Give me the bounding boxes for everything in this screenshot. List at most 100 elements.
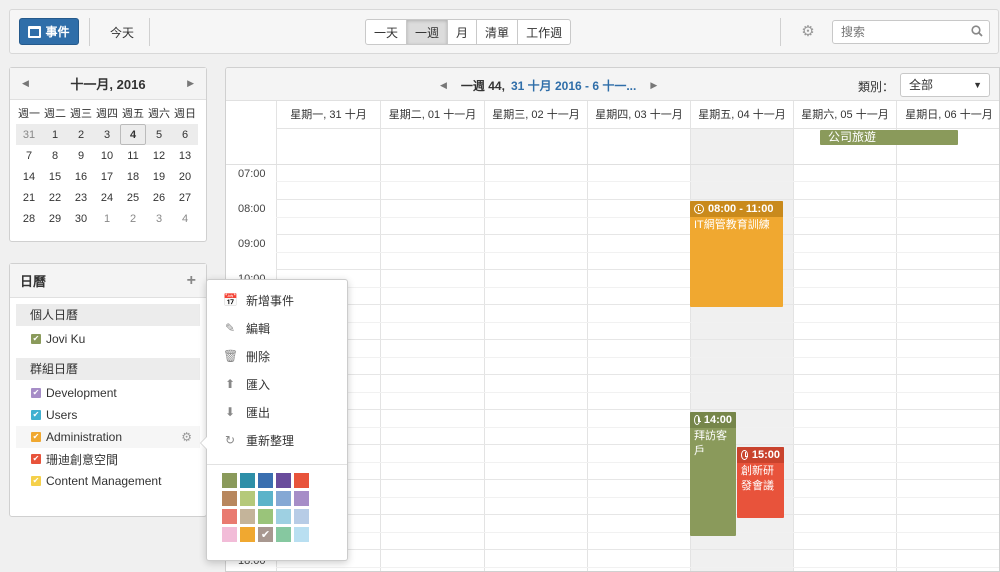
day-cell[interactable]: 3 <box>146 208 172 229</box>
day-header[interactable]: 星期二, 01 十一月 <box>380 101 484 129</box>
color-swatch[interactable] <box>276 527 291 542</box>
calendar-item-users[interactable]: ✔ Users <box>10 404 206 426</box>
search-input[interactable] <box>833 21 963 43</box>
next-week-arrow-icon[interactable]: ▶ <box>650 80 657 91</box>
day-cell[interactable]: 6 <box>172 124 198 145</box>
day-cell[interactable]: 3 <box>94 124 120 145</box>
day-header[interactable]: 星期五, 04 十一月 <box>690 101 793 129</box>
day-header[interactable]: 星期三, 02 十一月 <box>484 101 587 129</box>
menu-item-refresh[interactable]: ↻ 重新整理 <box>207 426 347 454</box>
new-event-button[interactable]: 事件 <box>19 18 79 45</box>
color-swatch-selected[interactable]: ✔ <box>258 527 273 542</box>
color-swatch[interactable] <box>240 473 255 488</box>
color-swatch[interactable] <box>294 527 309 542</box>
color-swatch[interactable] <box>294 509 309 524</box>
week-range-link[interactable]: 31 十月 2016 - 6 十一... <box>511 77 636 94</box>
search-icon[interactable] <box>971 25 983 37</box>
day-header[interactable]: 星期六, 05 十一月 <box>793 101 896 129</box>
day-cell[interactable]: 5 <box>146 124 172 145</box>
calendar-settings-gear-icon[interactable]: ⚙ <box>181 430 192 444</box>
day-cell[interactable]: 30 <box>68 208 94 229</box>
allday-event[interactable]: 公司旅遊 <box>820 130 958 145</box>
color-swatch[interactable] <box>222 491 237 506</box>
checkbox-check-icon[interactable]: ✔ <box>31 388 41 398</box>
day-cell[interactable]: 14 <box>16 166 42 187</box>
day-cell[interactable]: 19 <box>146 166 172 187</box>
color-swatch[interactable] <box>240 509 255 524</box>
day-cell[interactable]: 23 <box>68 187 94 208</box>
day-cell[interactable]: 20 <box>172 166 198 187</box>
view-week-button[interactable]: 一週 <box>406 20 448 44</box>
color-swatch[interactable] <box>222 509 237 524</box>
color-swatch[interactable] <box>258 491 273 506</box>
day-header[interactable]: 星期四, 03 十一月 <box>587 101 690 129</box>
view-day-button[interactable]: 一天 <box>366 20 406 44</box>
day-cell[interactable]: 9 <box>68 145 94 166</box>
day-cell[interactable]: 26 <box>146 187 172 208</box>
day-cell[interactable]: 4 <box>172 208 198 229</box>
day-cell[interactable]: 24 <box>94 187 120 208</box>
day-header[interactable]: 星期一, 31 十月 <box>276 101 380 129</box>
checkbox-check-icon[interactable]: ✔ <box>31 334 41 344</box>
event-it-training[interactable]: 08:00 - 11:00 IT網管教育訓練 <box>690 201 783 307</box>
day-cell[interactable]: 8 <box>42 145 68 166</box>
view-list-button[interactable]: 清單 <box>476 20 517 44</box>
calendar-item-content-management[interactable]: ✔ Content Management <box>10 470 206 492</box>
day-cell[interactable]: 2 <box>68 124 94 145</box>
day-cell[interactable]: 29 <box>42 208 68 229</box>
day-cell-today[interactable]: 4 <box>120 124 146 145</box>
day-column-sun[interactable] <box>896 129 999 571</box>
color-swatch[interactable] <box>294 473 309 488</box>
color-swatch[interactable] <box>258 473 273 488</box>
color-swatch[interactable] <box>276 473 291 488</box>
checkbox-check-icon[interactable]: ✔ <box>31 410 41 420</box>
day-column-tue[interactable] <box>380 129 484 571</box>
color-swatch[interactable] <box>240 527 255 542</box>
day-column-thu[interactable] <box>587 129 690 571</box>
event-rd-meeting[interactable]: 15:00 創新研發會議 <box>737 447 784 518</box>
day-cell[interactable]: 27 <box>172 187 198 208</box>
menu-item-new-event[interactable]: 📅 新增事件 <box>207 286 347 314</box>
calendar-item-administration[interactable]: ✔ Administration ⚙ <box>16 426 200 448</box>
day-cell[interactable]: 18 <box>120 166 146 187</box>
event-client-visit[interactable]: 14:00 拜訪客戶 <box>690 412 736 536</box>
day-cell[interactable]: 16 <box>68 166 94 187</box>
add-calendar-plus-icon[interactable]: + <box>187 272 196 290</box>
calendar-item-jovi-ku[interactable]: ✔ Jovi Ku <box>10 328 206 350</box>
color-swatch[interactable] <box>258 509 273 524</box>
color-swatch[interactable] <box>294 491 309 506</box>
checkbox-check-icon[interactable]: ✔ <box>31 454 41 464</box>
day-cell[interactable]: 21 <box>16 187 42 208</box>
prev-month-arrow-icon[interactable]: ◀ <box>22 78 29 89</box>
view-month-button[interactable]: 月 <box>447 20 476 44</box>
day-cell[interactable]: 13 <box>172 145 198 166</box>
day-cell[interactable]: 2 <box>120 208 146 229</box>
color-swatch[interactable] <box>276 509 291 524</box>
day-column-sat[interactable] <box>793 129 896 571</box>
checkbox-check-icon[interactable]: ✔ <box>31 476 41 486</box>
color-swatch[interactable] <box>222 473 237 488</box>
menu-item-delete[interactable]: 🗑 刪除 <box>207 342 347 370</box>
menu-item-import[interactable]: ⬆ 匯入 <box>207 370 347 398</box>
menu-item-export[interactable]: ⬇ 匯出 <box>207 398 347 426</box>
day-cell[interactable]: 15 <box>42 166 68 187</box>
color-swatch[interactable] <box>240 491 255 506</box>
day-column-wed[interactable] <box>484 129 587 571</box>
view-workweek-button[interactable]: 工作週 <box>517 20 570 44</box>
day-cell[interactable]: 1 <box>94 208 120 229</box>
menu-item-edit[interactable]: ✎ 編輯 <box>207 314 347 342</box>
day-cell[interactable]: 10 <box>94 145 120 166</box>
day-cell[interactable]: 31 <box>16 124 42 145</box>
settings-gear-icon[interactable]: ⚙ <box>800 24 816 40</box>
day-cell[interactable]: 7 <box>16 145 42 166</box>
checkbox-check-icon[interactable]: ✔ <box>31 432 41 442</box>
color-swatch[interactable] <box>276 491 291 506</box>
day-cell[interactable]: 25 <box>120 187 146 208</box>
day-header[interactable]: 星期日, 06 十一月 <box>896 101 999 129</box>
calendar-item-development[interactable]: ✔ Development <box>10 382 206 404</box>
day-cell[interactable]: 12 <box>146 145 172 166</box>
day-cell[interactable]: 1 <box>42 124 68 145</box>
day-cell[interactable]: 11 <box>120 145 146 166</box>
calendar-item-sandy-space[interactable]: ✔ 珊迪創意空間 <box>10 448 206 470</box>
day-cell[interactable]: 28 <box>16 208 42 229</box>
